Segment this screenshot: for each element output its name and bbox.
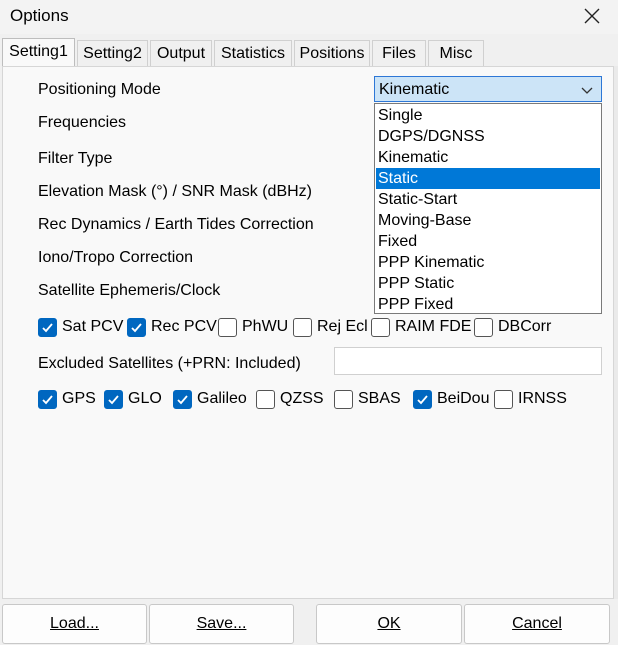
excluded-satellites-input[interactable] — [334, 347, 602, 375]
checkmark-icon — [177, 394, 188, 404]
tab-setting1[interactable]: Setting1 — [2, 38, 75, 68]
tab-positions[interactable]: Positions — [294, 40, 370, 66]
dbcorr-checkbox[interactable]: DBCorr — [474, 316, 551, 338]
checkmark-icon — [131, 322, 142, 332]
checkbox-box — [474, 317, 493, 337]
checkbox-box — [494, 389, 513, 409]
checkbox-label: DBCorr — [498, 318, 552, 335]
rec-pcv-checkbox[interactable]: Rec PCV — [127, 316, 217, 338]
checkmark-icon — [108, 394, 119, 404]
close-icon — [584, 8, 600, 24]
checkbox-box — [173, 389, 192, 409]
cancel-button[interactable]: Cancel — [464, 604, 610, 644]
beidou-checkbox[interactable]: BeiDou — [413, 388, 489, 410]
mode-option-ppp-fixed[interactable]: PPP Fixed — [376, 294, 600, 315]
checkbox-box — [413, 389, 432, 409]
chevron-down-icon — [581, 87, 593, 94]
checkbox-box — [371, 317, 390, 337]
ok-button[interactable]: OK — [316, 604, 462, 644]
mode-option-single[interactable]: Single — [376, 105, 600, 126]
checkbox-label: PhWU — [242, 318, 289, 335]
tab-setting2[interactable]: Setting2 — [77, 40, 148, 66]
save-button[interactable]: Save... — [149, 604, 294, 644]
checkbox-label: BeiDou — [437, 390, 490, 407]
checkmark-icon — [42, 322, 53, 332]
sbas-checkbox[interactable]: SBAS — [334, 388, 401, 410]
checkbox-box — [334, 389, 353, 409]
window-title: Options — [10, 6, 69, 25]
glo-checkbox[interactable]: GLO — [104, 388, 162, 410]
positioning-mode-dropdown: Single DGPS/DGNSS Kinematic Static Stati… — [374, 103, 602, 314]
mode-option-ppp-kinematic[interactable]: PPP Kinematic — [376, 252, 600, 273]
irnss-checkbox[interactable]: IRNSS — [494, 388, 567, 410]
checkbox-box — [218, 317, 237, 337]
load-button[interactable]: Load... — [2, 604, 147, 644]
tab-misc[interactable]: Misc — [428, 40, 484, 66]
iono-tropo-label: Iono/Tropo Correction — [38, 249, 194, 266]
mode-option-fixed[interactable]: Fixed — [376, 231, 600, 252]
checkmark-icon — [42, 394, 53, 404]
checkmark-icon — [417, 394, 428, 404]
ephemeris-label: Satellite Ephemeris/Clock — [38, 282, 221, 299]
checkbox-label: RAIM FDE — [395, 318, 472, 335]
checkbox-label: Galileo — [197, 390, 247, 407]
checkbox-box — [104, 389, 123, 409]
phwu-checkbox[interactable]: PhWU — [218, 316, 288, 338]
raim-fde-checkbox[interactable]: RAIM FDE — [371, 316, 471, 338]
frequencies-label: Frequencies — [38, 114, 127, 131]
checkbox-box — [127, 317, 146, 337]
checkbox-label: QZSS — [280, 390, 324, 407]
checkbox-box — [38, 317, 57, 337]
positioning-mode-label: Positioning Mode — [38, 81, 161, 98]
sat-pcv-checkbox[interactable]: Sat PCV — [38, 316, 123, 338]
positioning-mode-select[interactable]: Kinematic — [374, 76, 602, 102]
tab-statistics[interactable]: Statistics — [214, 40, 292, 66]
elevation-mask-label: Elevation Mask (°) / SNR Mask (dBHz) — [38, 183, 313, 200]
mode-option-kinematic[interactable]: Kinematic — [376, 147, 600, 168]
rec-dynamics-label: Rec Dynamics / Earth Tides Correction — [38, 216, 314, 233]
panel-edge — [614, 66, 618, 599]
tab-output[interactable]: Output — [150, 40, 212, 66]
checkbox-box — [38, 389, 57, 409]
checkbox-label: IRNSS — [518, 390, 567, 407]
mode-option-static[interactable]: Static — [376, 168, 600, 189]
checkbox-label: Rej Ecl — [317, 318, 368, 335]
galileo-checkbox[interactable]: Galileo — [173, 388, 247, 410]
close-button[interactable] — [574, 0, 610, 32]
mode-option-dgps[interactable]: DGPS/DGNSS — [376, 126, 600, 147]
mode-option-ppp-static[interactable]: PPP Static — [376, 273, 600, 294]
checkbox-label: Sat PCV — [62, 318, 124, 335]
checkbox-label: SBAS — [358, 390, 401, 407]
checkbox-box — [256, 389, 275, 409]
positioning-mode-value: Kinematic — [379, 81, 450, 98]
title-bar: Options — [0, 0, 618, 34]
checkbox-label: GPS — [62, 390, 96, 407]
gps-checkbox[interactable]: GPS — [38, 388, 96, 410]
mode-option-moving-base[interactable]: Moving-Base — [376, 210, 600, 231]
filter-type-label: Filter Type — [38, 150, 113, 167]
tab-files[interactable]: Files — [372, 40, 426, 66]
checkbox-box — [293, 317, 312, 337]
qzss-checkbox[interactable]: QZSS — [256, 388, 324, 410]
rej-ecl-checkbox[interactable]: Rej Ecl — [293, 316, 368, 338]
excluded-satellites-label: Excluded Satellites (+PRN: Included) — [38, 355, 301, 372]
checkbox-label: GLO — [128, 390, 162, 407]
mode-option-static-start[interactable]: Static-Start — [376, 189, 600, 210]
checkbox-label: Rec PCV — [151, 318, 217, 335]
